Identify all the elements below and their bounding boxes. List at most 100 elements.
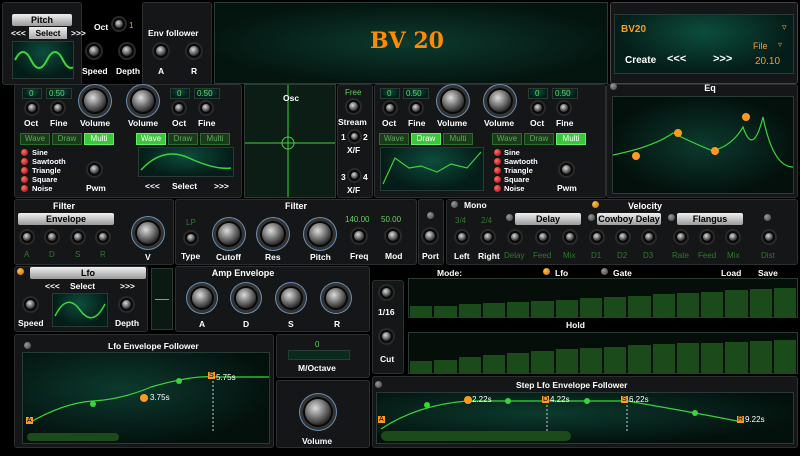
flangus-toggle[interactable] bbox=[668, 214, 675, 221]
osc2-fine-knob[interactable] bbox=[410, 102, 422, 114]
lfo-prev-button[interactable]: <<< bbox=[45, 281, 60, 291]
osc2-pwm-knob[interactable] bbox=[560, 163, 573, 176]
step-bar[interactable] bbox=[410, 361, 433, 373]
mode-lfo-toggle[interactable] bbox=[543, 268, 550, 275]
amp-r-knob[interactable] bbox=[324, 286, 348, 310]
cowboy-d2-knob[interactable] bbox=[617, 231, 629, 243]
step-bar[interactable] bbox=[555, 299, 578, 317]
eq-node-4[interactable] bbox=[742, 113, 750, 121]
step-bar[interactable] bbox=[676, 343, 699, 373]
file-menu-icon[interactable]: ▿ bbox=[778, 40, 782, 49]
osc1-oct2-knob[interactable] bbox=[173, 102, 185, 114]
port-toggle[interactable] bbox=[427, 212, 434, 219]
lfo-env-marker-a[interactable]: A bbox=[26, 417, 33, 424]
step-bar[interactable] bbox=[604, 347, 627, 373]
amp-s-knob[interactable] bbox=[279, 286, 303, 310]
osc2-triangle-radio[interactable] bbox=[494, 167, 501, 174]
step-bar[interactable] bbox=[749, 341, 772, 373]
osc2-square-radio[interactable] bbox=[494, 176, 501, 183]
dist-toggle[interactable] bbox=[764, 214, 771, 221]
lfo-env-node-3[interactable] bbox=[176, 378, 182, 384]
osc1-fine-knob[interactable] bbox=[52, 102, 64, 114]
mode-gate-toggle[interactable] bbox=[601, 268, 608, 275]
flangus-mix-knob[interactable] bbox=[727, 231, 739, 243]
lfo-speed-knob[interactable] bbox=[24, 298, 37, 311]
step-env-node-1[interactable] bbox=[424, 402, 430, 408]
delay-feed-knob[interactable] bbox=[537, 231, 549, 243]
osc1-tab2-wave[interactable]: Wave bbox=[136, 133, 166, 145]
preset-dropdown-icon[interactable]: ▿ bbox=[782, 22, 787, 33]
osc1-sine-radio[interactable] bbox=[21, 149, 28, 156]
filter-a-knob[interactable] bbox=[21, 231, 33, 243]
osc2-tab-wave[interactable]: Wave bbox=[379, 133, 409, 145]
flangus-rate-knob[interactable] bbox=[675, 231, 687, 243]
step-bar[interactable] bbox=[507, 301, 530, 317]
step-bar[interactable] bbox=[628, 295, 651, 317]
delay-toggle[interactable] bbox=[506, 214, 513, 221]
master-volume-knob[interactable] bbox=[303, 397, 333, 427]
step-bar[interactable] bbox=[701, 291, 724, 317]
mod-knob[interactable] bbox=[386, 229, 400, 243]
osc2-tab-draw[interactable]: Draw bbox=[411, 133, 441, 145]
osc2-sawtooth-radio[interactable] bbox=[494, 158, 501, 165]
xf1-knob[interactable] bbox=[349, 131, 360, 142]
step-bar[interactable] bbox=[579, 298, 602, 317]
osc1-next-button[interactable]: >>> bbox=[214, 181, 229, 191]
freq-knob[interactable] bbox=[352, 229, 366, 243]
step-bar[interactable] bbox=[652, 344, 675, 373]
lfo-env-node-1[interactable] bbox=[90, 401, 96, 407]
flangus-feed-knob[interactable] bbox=[701, 231, 713, 243]
step-bar[interactable] bbox=[701, 342, 724, 373]
mono-toggle[interactable] bbox=[451, 201, 458, 208]
cowboy-d3-knob[interactable] bbox=[643, 231, 655, 243]
filter-type-knob[interactable] bbox=[185, 232, 197, 244]
step-bar[interactable] bbox=[531, 300, 554, 317]
osc1-tab-draw[interactable]: Draw bbox=[52, 133, 82, 145]
filter-pitch-knob[interactable] bbox=[307, 221, 333, 247]
step-bar[interactable] bbox=[458, 357, 481, 373]
eq-node-3[interactable] bbox=[711, 147, 719, 155]
step-env-node-2[interactable] bbox=[464, 396, 472, 404]
osc2-sine-radio[interactable] bbox=[494, 149, 501, 156]
step-bar[interactable] bbox=[725, 341, 748, 373]
cowboy-toggle[interactable] bbox=[588, 214, 595, 221]
osc1-volume-knob[interactable] bbox=[82, 88, 108, 114]
step-bar[interactable] bbox=[531, 351, 554, 373]
osc2-tab-multi[interactable]: Multi bbox=[443, 133, 473, 145]
step-bar[interactable] bbox=[434, 360, 457, 373]
osc1-square-radio[interactable] bbox=[21, 176, 28, 183]
osc2-oct-knob[interactable] bbox=[384, 102, 396, 114]
eq-toggle[interactable] bbox=[610, 83, 617, 90]
osc1-noise-radio[interactable] bbox=[21, 185, 28, 192]
lfo-toggle[interactable] bbox=[17, 268, 24, 275]
osc2-volume-knob[interactable] bbox=[440, 88, 466, 114]
step-seq-top[interactable] bbox=[408, 278, 798, 318]
step-env-node-3[interactable] bbox=[505, 398, 511, 404]
filter-r-knob[interactable] bbox=[97, 231, 109, 243]
eq-node-1[interactable] bbox=[632, 152, 640, 160]
osc1-oct-knob[interactable] bbox=[26, 102, 38, 114]
osc2-fine2-knob[interactable] bbox=[558, 102, 570, 114]
step-env-marker-d[interactable]: D bbox=[542, 396, 550, 403]
lfo-env-marker-s[interactable]: S bbox=[208, 372, 215, 379]
filter-s-knob[interactable] bbox=[72, 231, 84, 243]
pitch-select[interactable]: Select bbox=[29, 27, 67, 39]
step-bar[interactable] bbox=[410, 306, 433, 317]
step-bar[interactable] bbox=[652, 294, 675, 317]
lfo-next-button[interactable]: >>> bbox=[120, 281, 135, 291]
step-bar[interactable] bbox=[773, 340, 796, 373]
rate-knob[interactable] bbox=[380, 286, 393, 299]
delay-mix-knob[interactable] bbox=[564, 231, 576, 243]
eq-graph[interactable] bbox=[612, 96, 794, 194]
amp-d-knob[interactable] bbox=[234, 286, 258, 310]
pitch-next-button[interactable]: >>> bbox=[71, 28, 86, 38]
osc1-sawtooth-radio[interactable] bbox=[21, 158, 28, 165]
load-button[interactable]: Load bbox=[721, 268, 741, 278]
osc1-triangle-radio[interactable] bbox=[21, 167, 28, 174]
preset-prev-button[interactable]: <<< bbox=[667, 53, 686, 65]
env-r-knob[interactable] bbox=[187, 44, 201, 58]
step-bar[interactable] bbox=[773, 288, 796, 317]
eq-node-2[interactable] bbox=[674, 129, 682, 137]
osc2-noise-radio[interactable] bbox=[494, 185, 501, 192]
osc1-tab2-draw[interactable]: Draw bbox=[168, 133, 198, 145]
